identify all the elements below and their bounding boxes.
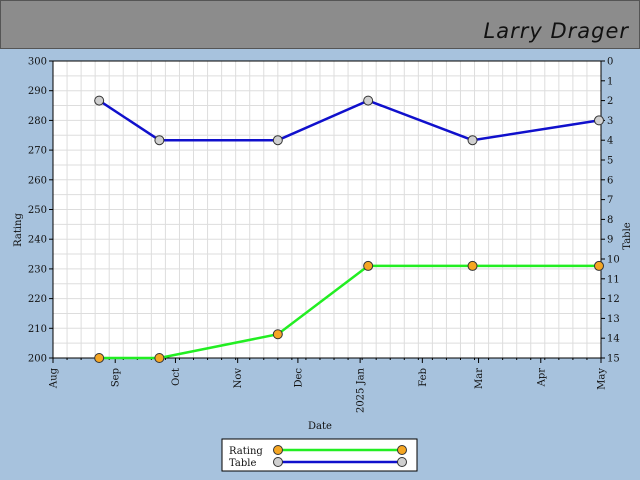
x-tick-label: Nov bbox=[233, 368, 244, 389]
data-point-table bbox=[363, 95, 374, 106]
x-axis-label: Date bbox=[308, 421, 332, 432]
y-right-tick-label: 14 bbox=[607, 334, 620, 345]
data-point-rating bbox=[593, 260, 604, 271]
legend-marker-table bbox=[273, 457, 283, 467]
y-right-tick-label: 6 bbox=[607, 175, 613, 186]
y-right-tick-label: 15 bbox=[607, 354, 620, 365]
y-left-tick-label: 280 bbox=[28, 116, 47, 127]
y-right-tick-label: 12 bbox=[607, 294, 620, 305]
y-left-tick-label: 290 bbox=[28, 86, 47, 97]
data-point-table bbox=[467, 135, 478, 146]
y-right-tick-label: 11 bbox=[607, 274, 620, 285]
y-right-tick-label: 4 bbox=[607, 136, 613, 147]
y-left-tick-label: 230 bbox=[28, 264, 47, 275]
y-left-tick-label: 200 bbox=[28, 354, 47, 365]
legend-label-rating: Rating bbox=[229, 446, 263, 457]
y-left-tick-label: 300 bbox=[28, 57, 47, 68]
y-right-tick-label: 5 bbox=[607, 156, 613, 167]
y-left-tick-label: 210 bbox=[28, 324, 47, 335]
x-tick-label: Sep bbox=[111, 368, 122, 387]
data-point-table bbox=[94, 95, 105, 106]
grid bbox=[52, 60, 602, 359]
data-point-rating bbox=[272, 329, 283, 340]
data-point-rating bbox=[154, 353, 165, 363]
legend-label-table: Table bbox=[229, 458, 256, 469]
legend-marker-rating bbox=[397, 445, 407, 455]
data-point-table bbox=[154, 135, 165, 146]
y-right-tick-label: 10 bbox=[607, 255, 620, 266]
legend-marker-rating bbox=[273, 445, 283, 455]
y-right-tick-label: 13 bbox=[607, 314, 620, 325]
data-point-rating bbox=[467, 260, 478, 271]
y-axis-left-label: Rating bbox=[13, 213, 24, 247]
x-tick-label: Feb bbox=[418, 368, 429, 387]
y-right-tick-label: 8 bbox=[607, 215, 613, 226]
x-tick-label: Aug bbox=[49, 367, 60, 389]
y-left-tick-label: 220 bbox=[28, 294, 47, 305]
y-left-tick-label: 260 bbox=[28, 175, 47, 186]
y-right-tick-label: 1 bbox=[607, 76, 613, 87]
y-axis-right-label: Table bbox=[622, 222, 633, 249]
y-right-tick-label: 2 bbox=[607, 96, 613, 107]
y-right-tick-label: 3 bbox=[607, 116, 613, 127]
x-tick-label: May bbox=[597, 368, 608, 390]
legend: Rating Table bbox=[221, 438, 418, 472]
y-left-tick-label: 240 bbox=[28, 235, 47, 246]
y-right-tick-label: 0 bbox=[607, 57, 613, 68]
data-point-rating bbox=[363, 260, 374, 271]
data-point-rating bbox=[94, 353, 105, 363]
rating-table-chart: 200210220230240250260270280290300 0123456… bbox=[13, 57, 633, 472]
x-tick-label: 2025 Jan bbox=[356, 367, 367, 413]
y-left-tick-label: 270 bbox=[28, 146, 47, 157]
data-point-table bbox=[593, 115, 604, 126]
x-tick-label: Mar bbox=[474, 368, 485, 389]
y-left-tick-label: 250 bbox=[28, 205, 47, 216]
x-tick-label: Oct bbox=[171, 368, 182, 386]
data-point-table bbox=[272, 135, 283, 146]
x-tick-label: Apr bbox=[536, 368, 547, 388]
legend-marker-table bbox=[397, 457, 407, 467]
y-right-tick-label: 9 bbox=[607, 235, 613, 246]
x-tick-label: Dec bbox=[293, 368, 304, 388]
y-right-tick-label: 7 bbox=[607, 195, 613, 206]
